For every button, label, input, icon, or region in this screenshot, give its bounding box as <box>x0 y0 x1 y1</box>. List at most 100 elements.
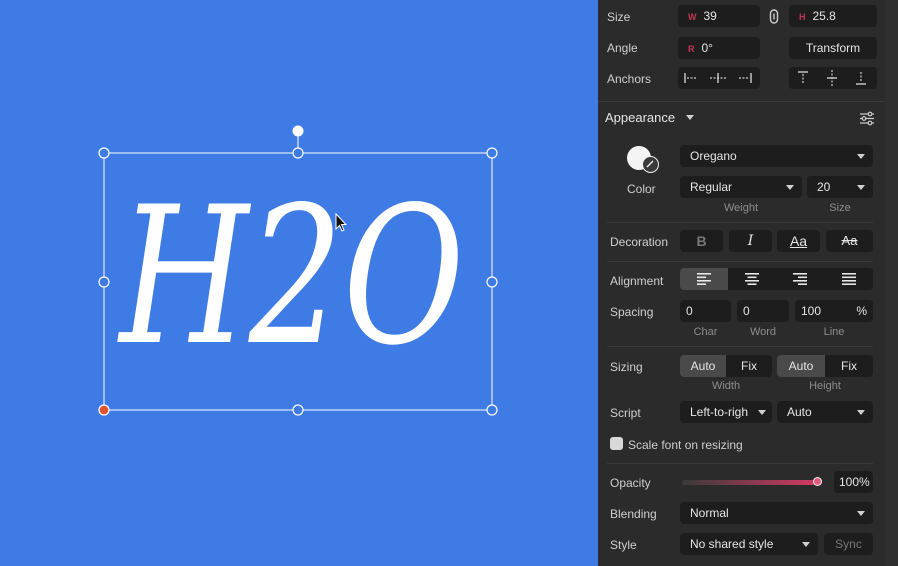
script-direction-select[interactable]: Left-to-righ <box>680 401 772 423</box>
scale-font-checkbox[interactable] <box>610 437 623 450</box>
char-spacing-field[interactable]: 0 <box>680 300 731 322</box>
opacity-slider[interactable] <box>682 477 822 486</box>
vertical-anchors-group <box>789 67 877 89</box>
sizing-label: Sizing <box>610 360 643 374</box>
sizing-width-group: Auto Fix <box>680 355 772 377</box>
align-right-icon <box>793 273 807 285</box>
scale-font-label[interactable]: Scale font on resizing <box>628 438 743 452</box>
divider <box>607 346 873 347</box>
handle-bottom-middle[interactable] <box>292 404 304 416</box>
font-weight-value: Regular <box>690 180 733 194</box>
handle-middle-left[interactable] <box>98 276 110 288</box>
angle-prefix: R <box>688 44 695 54</box>
sizing-height-caption: Height <box>809 380 841 392</box>
sizing-height-fix-button[interactable]: Fix <box>825 355 873 377</box>
shared-style-select[interactable]: No shared style <box>680 533 818 555</box>
text-layer-h2o[interactable]: H2O <box>117 166 464 387</box>
horizontal-anchors-group <box>678 67 760 89</box>
chevron-down-icon <box>857 410 865 415</box>
anchor-bottom-icon[interactable] <box>855 71 867 85</box>
rotation-handle[interactable] <box>292 125 304 137</box>
appearance-header[interactable]: Appearance <box>605 110 675 125</box>
panel-scrollbar[interactable] <box>885 0 898 566</box>
handle-top-middle[interactable] <box>292 147 304 159</box>
eyedropper-icon[interactable] <box>642 156 659 173</box>
font-family-select[interactable]: Oregano <box>680 145 873 167</box>
font-family-value: Oregano <box>690 149 737 163</box>
chevron-down-icon <box>786 185 794 190</box>
font-size-value: 20 <box>817 180 831 194</box>
italic-button[interactable]: I <box>729 230 772 252</box>
size-label: Size <box>607 10 631 24</box>
char-caption: Char <box>693 326 718 338</box>
script-select[interactable]: Auto <box>777 401 873 423</box>
script-label: Script <box>610 406 641 420</box>
blending-value: Normal <box>690 506 729 520</box>
sizing-height-auto-button[interactable]: Auto <box>777 355 825 377</box>
anchor-left-icon[interactable] <box>684 72 698 84</box>
canvas[interactable]: H2O <box>0 0 598 566</box>
height-field[interactable]: H 25.8 <box>789 5 877 27</box>
decoration-label: Decoration <box>610 235 669 249</box>
align-left-button[interactable] <box>680 268 728 290</box>
chevron-down-icon <box>802 542 810 547</box>
anchor-right-icon[interactable] <box>738 72 752 84</box>
chevron-down-icon <box>758 410 766 415</box>
word-spacing-field[interactable]: 0 <box>737 300 789 322</box>
align-justify-button[interactable] <box>824 268 873 290</box>
chevron-down-icon <box>857 154 865 159</box>
chevron-down-icon <box>857 511 865 516</box>
spacing-label: Spacing <box>610 305 654 319</box>
lock-ratio-icon[interactable] <box>768 9 780 24</box>
opacity-slider-handle[interactable] <box>813 477 822 486</box>
divider <box>607 261 873 262</box>
angle-label: Angle <box>607 41 638 55</box>
font-size-select[interactable]: 20 <box>807 176 873 198</box>
script-value: Auto <box>787 405 812 419</box>
line-spacing-unit: % <box>856 304 867 318</box>
anchor-center-horizontal-icon[interactable] <box>710 72 726 84</box>
divider <box>598 101 885 102</box>
appearance-settings-icon[interactable] <box>859 111 875 126</box>
handle-bottom-left-anchor[interactable] <box>98 404 110 416</box>
sizing-width-auto-button[interactable]: Auto <box>680 355 726 377</box>
font-weight-select[interactable]: Regular <box>680 176 802 198</box>
appearance-title: Appearance <box>605 110 676 125</box>
handle-bottom-right[interactable] <box>486 404 498 416</box>
angle-value: 0° <box>701 41 713 55</box>
opacity-label: Opacity <box>610 476 651 490</box>
height-prefix: H <box>799 12 806 22</box>
handle-top-left[interactable] <box>98 147 110 159</box>
align-left-icon <box>697 273 711 285</box>
alignment-group <box>680 268 873 290</box>
handle-middle-right[interactable] <box>486 276 498 288</box>
canvas-artwork[interactable]: H2O <box>0 0 598 566</box>
case-button[interactable]: Aa <box>777 230 820 252</box>
handle-top-right[interactable] <box>486 147 498 159</box>
sizing-width-caption: Width <box>711 380 741 392</box>
anchor-center-vertical-icon[interactable] <box>826 70 838 86</box>
sync-button[interactable]: Sync <box>824 533 873 555</box>
anchor-top-icon[interactable] <box>797 71 809 85</box>
sizing-width-fix-button[interactable]: Fix <box>726 355 772 377</box>
strikethrough-button[interactable]: Aa <box>826 230 873 252</box>
width-field[interactable]: W 39 <box>678 5 760 27</box>
width-prefix: W <box>688 12 697 22</box>
align-right-button[interactable] <box>776 268 824 290</box>
opacity-field[interactable]: 100% <box>834 471 873 493</box>
align-center-icon <box>745 273 759 285</box>
shared-style-value: No shared style <box>690 537 774 551</box>
line-spacing-field[interactable]: 100 % <box>795 300 873 322</box>
script-direction-value: Left-to-righ <box>690 405 749 419</box>
bold-button[interactable]: B <box>680 230 723 252</box>
width-value: 39 <box>703 9 717 23</box>
align-center-button[interactable] <box>728 268 776 290</box>
transform-button[interactable]: Transform <box>789 37 877 59</box>
blending-label: Blending <box>610 507 657 521</box>
angle-field[interactable]: R 0° <box>678 37 760 59</box>
appearance-collapse-icon[interactable] <box>686 115 694 120</box>
divider <box>607 222 873 223</box>
blending-select[interactable]: Normal <box>680 502 873 524</box>
style-label: Style <box>610 538 637 552</box>
align-justify-icon <box>841 273 856 285</box>
